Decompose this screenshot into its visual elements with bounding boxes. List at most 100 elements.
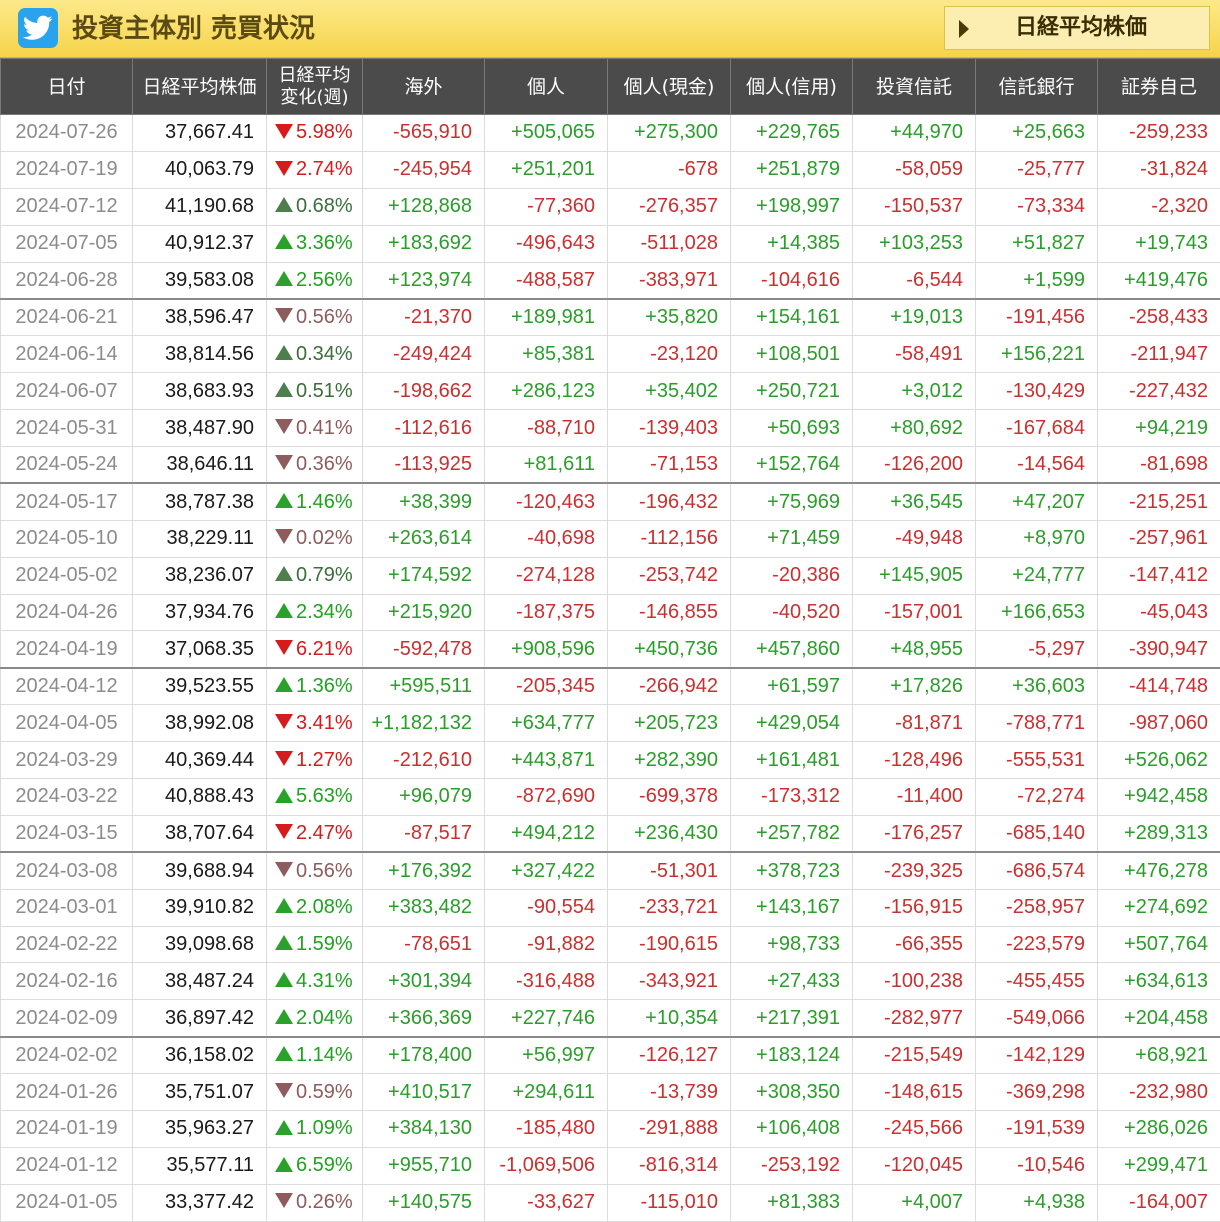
cell-foreign: -249,424 bbox=[363, 336, 485, 373]
cell-date: 2024-04-19 bbox=[1, 631, 133, 668]
change-percent: 0.02% bbox=[296, 527, 353, 549]
column-header-nikkei: 日経平均株価 bbox=[133, 59, 267, 115]
cell-nikkei-change: 1.46% bbox=[267, 483, 363, 520]
cell-investment-trust: +19,013 bbox=[853, 299, 976, 336]
cell-date: 2024-02-09 bbox=[1, 1000, 133, 1037]
cell-nikkei-change: 0.59% bbox=[267, 1074, 363, 1111]
change-percent: 0.26% bbox=[296, 1191, 353, 1213]
cell-date: 2024-01-05 bbox=[1, 1184, 133, 1221]
cell-individual: +443,871 bbox=[485, 742, 608, 779]
cell-date: 2024-07-12 bbox=[1, 188, 133, 225]
cell-individual-cash: -112,156 bbox=[608, 520, 731, 557]
cell-nikkei: 40,888.43 bbox=[133, 779, 267, 816]
cell-date: 2024-06-14 bbox=[1, 336, 133, 373]
table-row: 2024-07-0540,912.373.36%+183,692-496,643… bbox=[1, 225, 1220, 262]
triangle-up-icon bbox=[275, 493, 293, 508]
column-header-trust-bank: 信託銀行 bbox=[976, 59, 1098, 115]
nikkei-average-button[interactable]: 日経平均株価 bbox=[944, 6, 1210, 50]
cell-investment-trust: -49,948 bbox=[853, 520, 976, 557]
cell-securities-proprietary: -147,412 bbox=[1098, 557, 1220, 594]
cell-foreign: -565,910 bbox=[363, 115, 485, 152]
column-header-nikkei-change: 日経平均 変化(週) bbox=[267, 59, 363, 115]
change-percent: 0.36% bbox=[296, 453, 353, 475]
cell-individual: -274,128 bbox=[485, 557, 608, 594]
cell-individual-margin: -173,312 bbox=[731, 779, 853, 816]
triangle-down-icon bbox=[275, 824, 293, 839]
cell-individual-margin: -20,386 bbox=[731, 557, 853, 594]
table-row: 2024-04-1239,523.551.36%+595,511-205,345… bbox=[1, 668, 1220, 705]
triangle-down-icon bbox=[275, 862, 293, 877]
cell-securities-proprietary: +634,613 bbox=[1098, 963, 1220, 1000]
change-percent: 0.56% bbox=[296, 306, 353, 328]
cell-nikkei: 40,063.79 bbox=[133, 151, 267, 188]
cell-individual-cash: -276,357 bbox=[608, 188, 731, 225]
cell-nikkei: 35,577.11 bbox=[133, 1147, 267, 1184]
cell-trust-bank: -685,140 bbox=[976, 815, 1098, 852]
cell-trust-bank: -191,456 bbox=[976, 299, 1098, 336]
cell-investment-trust: -66,355 bbox=[853, 926, 976, 963]
change-percent: 1.27% bbox=[296, 749, 353, 771]
cell-individual-margin: +143,167 bbox=[731, 889, 853, 926]
cell-nikkei-change: 0.68% bbox=[267, 188, 363, 225]
cell-nikkei-change: 3.41% bbox=[267, 705, 363, 742]
triangle-up-icon bbox=[275, 566, 293, 581]
cell-nikkei-change: 1.14% bbox=[267, 1037, 363, 1074]
cell-individual: -316,488 bbox=[485, 963, 608, 1000]
cell-securities-proprietary: -164,007 bbox=[1098, 1184, 1220, 1221]
change-percent: 3.41% bbox=[296, 712, 353, 734]
cell-date: 2024-01-19 bbox=[1, 1111, 133, 1148]
cell-individual-margin: +378,723 bbox=[731, 852, 853, 889]
triangle-up-icon bbox=[275, 382, 293, 397]
cell-date: 2024-05-02 bbox=[1, 557, 133, 594]
cell-investment-trust: -128,496 bbox=[853, 742, 976, 779]
cell-investment-trust: -157,001 bbox=[853, 594, 976, 631]
cell-trust-bank: -167,684 bbox=[976, 410, 1098, 447]
cell-individual-margin: +61,597 bbox=[731, 668, 853, 705]
table-row: 2024-07-1940,063.792.74%-245,954+251,201… bbox=[1, 151, 1220, 188]
cell-securities-proprietary: +19,743 bbox=[1098, 225, 1220, 262]
cell-nikkei-change: 0.56% bbox=[267, 299, 363, 336]
cell-securities-proprietary: -31,824 bbox=[1098, 151, 1220, 188]
cell-securities-proprietary: -81,698 bbox=[1098, 447, 1220, 484]
cell-nikkei: 38,707.64 bbox=[133, 815, 267, 852]
twitter-bird-icon[interactable] bbox=[18, 8, 58, 48]
cell-securities-proprietary: +204,458 bbox=[1098, 1000, 1220, 1037]
cell-foreign: -87,517 bbox=[363, 815, 485, 852]
change-percent: 2.47% bbox=[296, 822, 353, 844]
table-row: 2024-03-2940,369.441.27%-212,610+443,871… bbox=[1, 742, 1220, 779]
cell-individual: -496,643 bbox=[485, 225, 608, 262]
cell-nikkei-change: 0.41% bbox=[267, 410, 363, 447]
triangle-down-icon bbox=[275, 161, 293, 176]
triangle-down-icon bbox=[275, 419, 293, 434]
cell-trust-bank: +4,938 bbox=[976, 1184, 1098, 1221]
investor-trading-table: 日付 日経平均株価 日経平均 変化(週) 海外 個人 個人(現金) 個人(信用)… bbox=[0, 58, 1220, 1222]
table-row: 2024-01-1235,577.116.59%+955,710-1,069,5… bbox=[1, 1147, 1220, 1184]
cell-individual: +327,422 bbox=[485, 852, 608, 889]
cell-nikkei: 38,787.38 bbox=[133, 483, 267, 520]
column-header-individual-cash: 個人(現金) bbox=[608, 59, 731, 115]
triangle-down-icon bbox=[275, 640, 293, 655]
cell-individual-margin: +108,501 bbox=[731, 336, 853, 373]
cell-investment-trust: +145,905 bbox=[853, 557, 976, 594]
cell-trust-bank: +1,599 bbox=[976, 262, 1098, 299]
change-percent: 0.59% bbox=[296, 1081, 353, 1103]
cell-nikkei-change: 0.79% bbox=[267, 557, 363, 594]
triangle-up-icon bbox=[275, 935, 293, 950]
cell-foreign: -198,662 bbox=[363, 373, 485, 410]
cell-individual: -88,710 bbox=[485, 410, 608, 447]
cell-investment-trust: +17,826 bbox=[853, 668, 976, 705]
triangle-up-icon bbox=[275, 271, 293, 286]
nikkei-average-button-label: 日経平均株価 bbox=[1015, 7, 1147, 49]
cell-individual: +294,611 bbox=[485, 1074, 608, 1111]
cell-trust-bank: -25,777 bbox=[976, 151, 1098, 188]
table-row: 2024-07-1241,190.680.68%+128,868-77,360-… bbox=[1, 188, 1220, 225]
cell-individual: -1,069,506 bbox=[485, 1147, 608, 1184]
triangle-up-icon bbox=[275, 603, 293, 618]
app-header: 投資主体別 売買状況 日経平均株価 bbox=[0, 0, 1220, 58]
cell-foreign: +1,182,132 bbox=[363, 705, 485, 742]
cell-individual-cash: -816,314 bbox=[608, 1147, 731, 1184]
table-row: 2024-04-2637,934.762.34%+215,920-187,375… bbox=[1, 594, 1220, 631]
cell-nikkei-change: 0.51% bbox=[267, 373, 363, 410]
cell-foreign: +955,710 bbox=[363, 1147, 485, 1184]
cell-individual: -40,698 bbox=[485, 520, 608, 557]
